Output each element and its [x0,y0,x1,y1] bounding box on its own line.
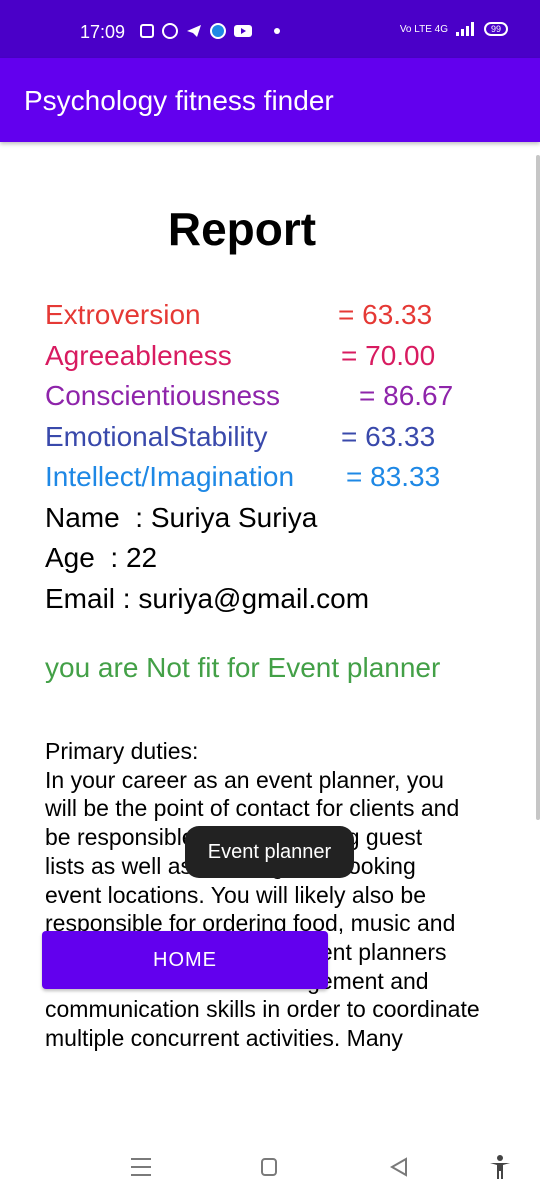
youtube-icon [234,25,252,37]
score-label: Intellect/Imagination [45,461,295,492]
notification-icons [140,23,280,39]
name-row: Name : Suriya Suriya [45,502,317,534]
score-label: EmotionalStability [45,421,268,452]
score-label: Extroversion [45,299,201,330]
score-value: = 86.67 [359,380,454,411]
news-icon [140,24,154,38]
email-row: Email : suriya@gmail.com [45,583,369,615]
age-value: 22 [125,542,158,573]
duties-body: In your career as an event planner, you … [45,766,480,1052]
battery-icon: 99 [484,22,508,36]
email-label: Email : [45,583,139,614]
fit-status: you are Not fit for Event planner [45,652,441,683]
duties-text-block: Primary duties: In your career as an eve… [45,737,515,1053]
navigation-bar [0,1152,540,1200]
signal-strength-icon [456,22,474,36]
scrollbar[interactable] [536,155,540,820]
system-icons: Vo LTE 4G 99 [400,22,508,36]
menu-icon[interactable] [131,1158,151,1176]
home-icon[interactable] [261,1158,277,1176]
duties-heading: Primary duties: [45,738,199,764]
name-value: Suriya Suriya [150,502,318,533]
signal-icon [210,23,226,39]
accessibility-icon[interactable] [488,1154,512,1180]
score-value: = 70.00 [341,340,436,371]
toast-message: Event planner [185,826,354,878]
score-label: Conscientiousness [45,380,281,411]
whatsapp-icon [162,23,178,39]
age-row: Age : 22 [45,542,157,574]
home-button[interactable]: HOME [42,931,328,989]
status-bar: 17:09 Vo LTE 4G 99 [0,0,540,58]
name-label: Name : [45,502,151,533]
score-label: Agreeableness [45,340,232,371]
app-title: Psychology fitness finder [24,85,334,116]
telegram-icon [187,25,201,37]
score-value: = 83.33 [346,461,441,492]
email-value: suriya@gmail.com [138,583,370,614]
age-label: Age : [45,542,126,573]
app-bar: Psychology fitness finder [0,58,540,142]
score-value: = 63.33 [338,299,433,330]
back-icon[interactable] [388,1156,410,1178]
more-notifications-icon [274,28,280,34]
score-value: = 63.33 [341,421,436,452]
page-title: Report [167,203,317,255]
network-type-label: Vo LTE 4G [399,23,448,35]
status-time: 17:09 [80,22,126,42]
report-content[interactable]: Report Extroversion = 63.33 Agreeablenes… [0,142,540,1152]
